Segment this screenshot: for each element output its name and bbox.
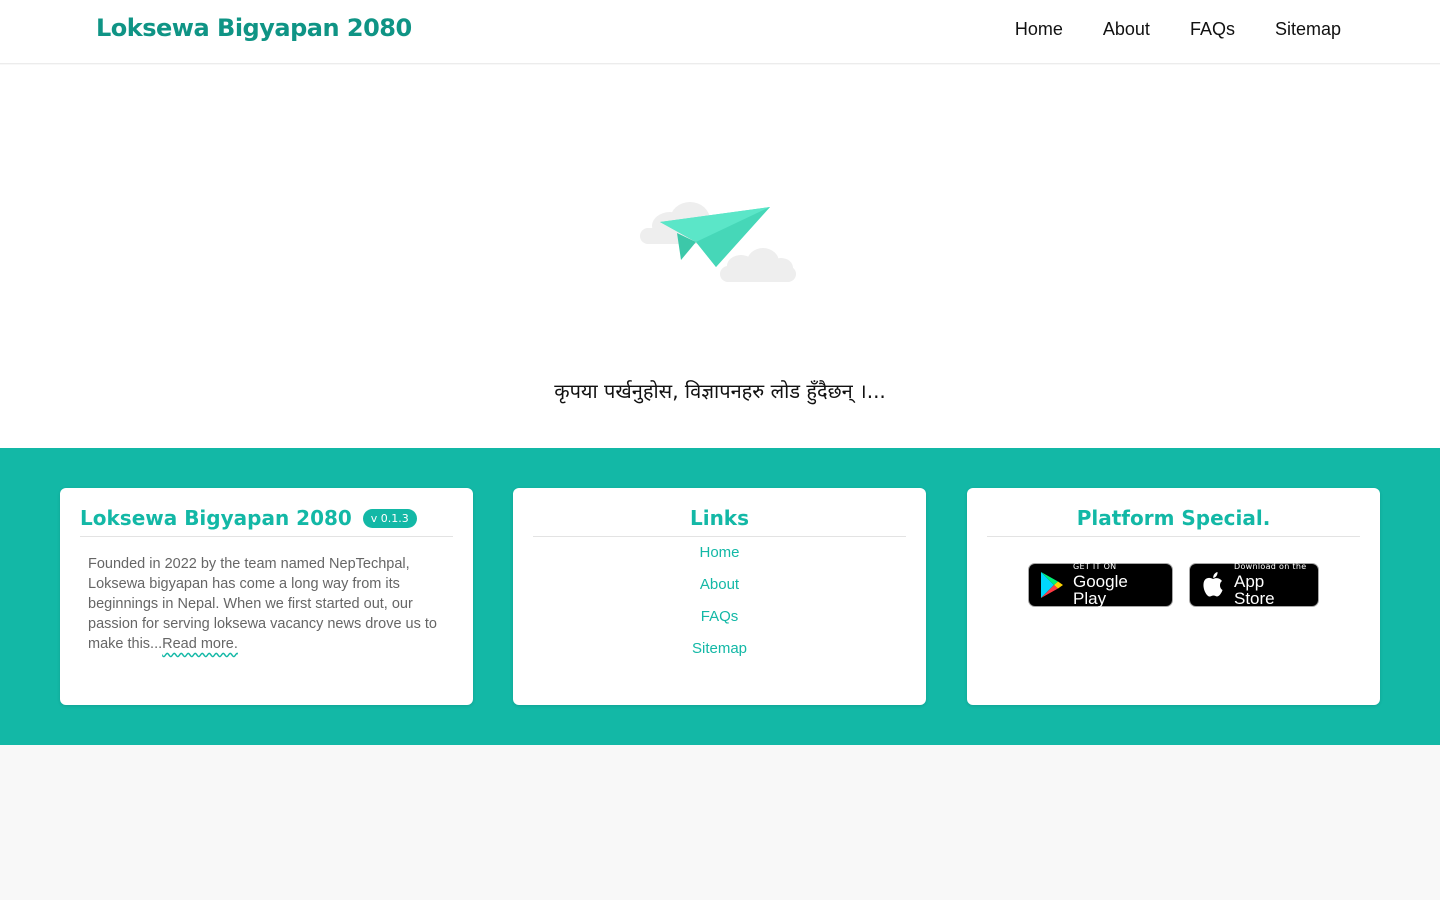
main-nav: Home About FAQs Sitemap xyxy=(1015,19,1341,40)
nav-home-link[interactable]: Home xyxy=(1015,19,1063,40)
google-play-small-text: GET IT ON xyxy=(1073,562,1117,571)
about-card: Loksewa Bigyapan 2080 v 0.1.3 Founded in… xyxy=(60,488,473,705)
footer-links-list: Home About FAQs Sitemap xyxy=(533,542,906,670)
loading-section: कृपया पर्खनुहोस, विज्ञापनहरु लोड हुँदैछन… xyxy=(0,65,1440,448)
loading-message: कृपया पर्खनुहोस, विज्ञापनहरु लोड हुँदैछन… xyxy=(554,379,886,403)
footer: Loksewa Bigyapan 2080 v 0.1.3 Founded in… xyxy=(0,448,1440,745)
version-badge: v 0.1.3 xyxy=(362,509,417,528)
app-store-label: Download on the App Store xyxy=(1234,562,1308,608)
platform-card: Platform Special. GET IT ON Google Play xyxy=(967,488,1380,705)
google-play-icon xyxy=(1041,572,1063,598)
about-card-title-text: Loksewa Bigyapan 2080 xyxy=(80,506,352,530)
app-store-big-text: App Store xyxy=(1234,572,1275,608)
about-description: Founded in 2022 by the team named NepTec… xyxy=(88,554,438,654)
platform-card-title: Platform Special. xyxy=(987,506,1360,537)
list-item: Home xyxy=(533,542,906,574)
google-play-label: GET IT ON Google Play xyxy=(1073,562,1162,608)
app-store-small-text: Download on the xyxy=(1234,562,1307,571)
links-card-title: Links xyxy=(533,506,906,537)
list-item: About xyxy=(533,574,906,606)
store-badges: GET IT ON Google Play Download on the Ap… xyxy=(967,563,1380,607)
list-item: FAQs xyxy=(533,606,906,638)
paper-plane-icon xyxy=(640,202,796,282)
about-card-title: Loksewa Bigyapan 2080 v 0.1.3 xyxy=(80,506,453,537)
footer-link-home[interactable]: Home xyxy=(699,544,739,561)
google-play-button[interactable]: GET IT ON Google Play xyxy=(1028,563,1173,607)
google-play-big-text: Google Play xyxy=(1073,572,1128,608)
app-store-button[interactable]: Download on the App Store xyxy=(1189,563,1319,607)
about-text: Founded in 2022 by the team named NepTec… xyxy=(88,556,437,652)
list-item: Sitemap xyxy=(533,638,906,670)
footer-link-faqs[interactable]: FAQs xyxy=(701,608,739,625)
footer-link-sitemap[interactable]: Sitemap xyxy=(692,640,747,657)
read-more-link[interactable]: Read more. xyxy=(162,636,238,652)
nav-faqs-link[interactable]: FAQs xyxy=(1190,19,1235,40)
apple-icon xyxy=(1203,572,1223,597)
footer-link-about[interactable]: About xyxy=(700,576,739,593)
nav-about-link[interactable]: About xyxy=(1103,19,1150,40)
links-card: Links Home About FAQs Sitemap xyxy=(513,488,926,705)
top-navbar: Loksewa Bigyapan 2080 Home About FAQs Si… xyxy=(0,0,1440,64)
nav-sitemap-link[interactable]: Sitemap xyxy=(1275,19,1341,40)
brand-logo-link[interactable]: Loksewa Bigyapan 2080 xyxy=(96,14,412,42)
